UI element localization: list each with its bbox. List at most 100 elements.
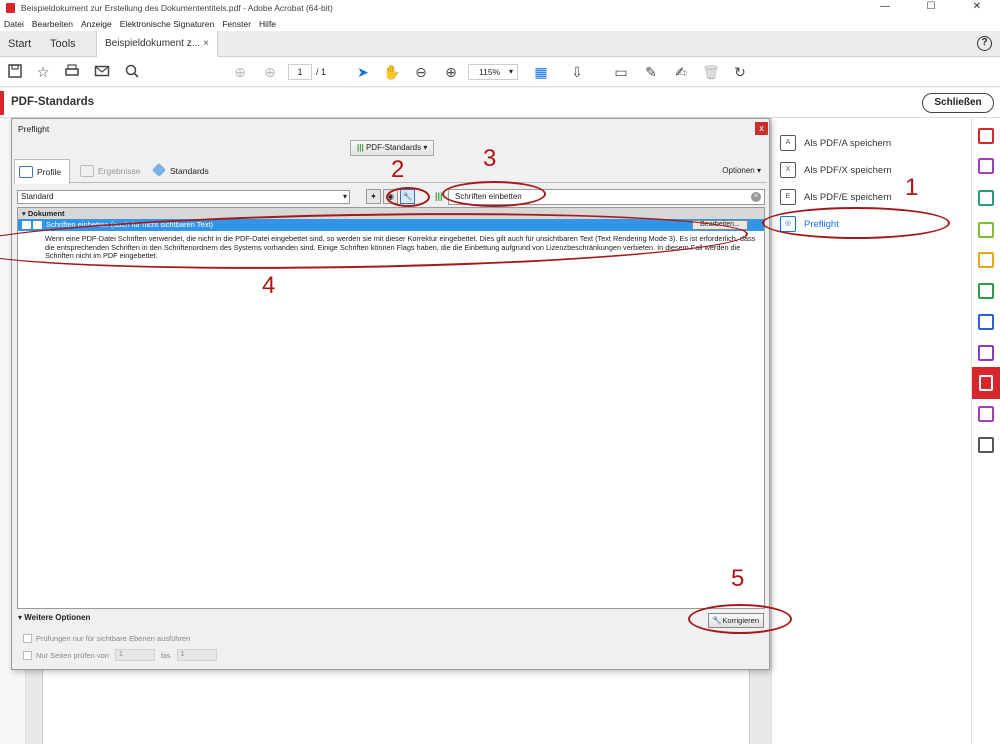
profile-icon — [19, 166, 33, 178]
header-accent-bar — [0, 91, 4, 115]
pdf-standards-dropdown[interactable]: ||| PDF-Standards ▾ — [350, 140, 434, 156]
tab-standards[interactable]: Standards — [148, 159, 218, 183]
annotation-ellipse-5 — [688, 604, 792, 634]
annotation-number-1: 1 — [905, 174, 919, 201]
tab-profile-label: Profile — [37, 167, 62, 177]
results-icon — [80, 165, 94, 177]
tab-tools[interactable]: Tools — [42, 31, 84, 57]
annotation-ellipse-2 — [386, 187, 430, 207]
app-tabs: Start Tools Beispieldokument z... × ? — [0, 31, 1000, 58]
page-to-input[interactable]: 1 — [176, 649, 217, 661]
zoom-out-icon[interactable]: ⊖ — [412, 63, 430, 81]
tab-standards-label: Standards — [170, 166, 209, 176]
options-label: Optionen — [722, 166, 755, 175]
clear-search-icon[interactable]: × — [751, 192, 761, 202]
save-as-pdfe-item[interactable]: E Als PDF/E speichern — [780, 186, 892, 208]
select-cursor-icon[interactable]: ➤ — [354, 63, 372, 81]
more-tools-icon[interactable] — [978, 437, 994, 453]
visible-layers-option: Prüfungen nur für sichtbare Ebenen ausfü… — [23, 634, 190, 643]
tab-close-icon[interactable]: × — [203, 31, 209, 57]
zoom-select[interactable]: 115% — [468, 64, 518, 80]
page-total: / 1 — [316, 67, 327, 77]
save-as-pdfx-label: Als PDF/X speichern — [804, 164, 892, 176]
accessibility-icon[interactable] — [978, 345, 994, 361]
search-icon[interactable] — [123, 63, 141, 81]
rotate-icon[interactable]: ↻ — [731, 63, 749, 81]
page-fit-icon[interactable]: ▦ — [532, 63, 550, 81]
export-pdf-icon[interactable] — [978, 190, 994, 206]
rich-media-icon[interactable] — [978, 406, 994, 422]
print-production-icon[interactable] — [978, 283, 994, 299]
page-range-bis: bis — [160, 650, 171, 660]
annotation-number-2: 2 — [391, 156, 405, 183]
more-options-toggle[interactable]: ▾ Weitere Optionen — [18, 613, 90, 622]
page-title: PDF-Standards — [11, 96, 95, 108]
hand-tool-icon[interactable]: ✋ — [383, 63, 401, 81]
results-list: ▾ Dokument Schriften einbetten (auch für… — [17, 207, 765, 609]
help-icon[interactable]: ? — [977, 36, 992, 51]
delete-icon[interactable]: 🗑 — [702, 63, 720, 81]
tab-results[interactable]: Ergebnisse — [76, 159, 142, 183]
annotation-number-3: 3 — [483, 145, 497, 172]
comment-icon[interactable]: ▭ — [612, 63, 630, 81]
comment-tool-icon[interactable] — [978, 252, 994, 268]
tool-header: PDF-Standards Schließen — [0, 88, 1000, 118]
scroll-mode-icon[interactable]: ⇩ — [568, 63, 586, 81]
menu-hilfe[interactable]: Hilfe — [255, 19, 280, 29]
annotation-number-4: 4 — [262, 272, 276, 299]
minimize-button[interactable]: — — [862, 0, 908, 16]
page-number-input[interactable]: 1 — [288, 64, 312, 80]
close-tool-button[interactable]: Schließen — [922, 93, 994, 113]
page-range-label: Nur Seiten prüfen von — [36, 650, 109, 660]
organize-pages-icon[interactable] — [978, 128, 994, 144]
dialog-close-button[interactable]: x — [755, 122, 768, 135]
pdfe-icon: E — [780, 189, 796, 205]
annotation-ellipse-3 — [442, 181, 546, 207]
close-window-button[interactable]: ✕ — [954, 0, 1000, 16]
maximize-button[interactable]: ☐ — [908, 0, 954, 16]
options-menu[interactable]: Optionen ▾ — [722, 166, 761, 175]
menu-anzeige[interactable]: Anzeige — [77, 19, 116, 29]
pdf-standards-bars-icon: ||| — [357, 143, 364, 152]
email-icon[interactable] — [93, 63, 111, 81]
zoom-in-icon[interactable]: ⊕ — [442, 63, 460, 81]
menu-signaturen[interactable]: Elektronische Signaturen — [116, 19, 219, 29]
menu-bar: Datei Bearbeiten Anzeige Elektronische S… — [0, 16, 1000, 31]
sign-icon[interactable]: ✍ — [672, 63, 690, 81]
page-range-checkbox[interactable] — [23, 650, 32, 660]
profile-library-select[interactable]: Standard — [17, 190, 350, 204]
chevron-down-icon: ▾ — [423, 143, 428, 152]
save-as-pdfa-item[interactable]: A Als PDF/A speichern — [780, 132, 891, 154]
protect-icon[interactable] — [978, 314, 994, 330]
window-titlebar: Beispieldokument zur Erstellung des Doku… — [0, 0, 1000, 16]
tab-profile[interactable]: Profile — [14, 159, 70, 184]
fill-sign-icon[interactable] — [978, 158, 994, 174]
edit-profile-icon[interactable]: ✦ — [366, 189, 381, 204]
highlight-pen-icon[interactable]: ✎ — [642, 63, 660, 81]
fixup-search-icon — [22, 221, 31, 229]
menu-bearbeiten[interactable]: Bearbeiten — [28, 19, 77, 29]
menu-datei[interactable]: Datei — [0, 19, 28, 29]
page-from-input[interactable]: 1 — [114, 649, 155, 661]
fixup-wrench-icon — [33, 221, 42, 229]
menu-fenster[interactable]: Fenster — [218, 19, 255, 29]
bookmark-star-icon[interactable]: ☆ — [34, 63, 52, 81]
save-as-pdfx-item[interactable]: X Als PDF/X speichern — [780, 159, 892, 181]
visible-layers-checkbox[interactable] — [23, 634, 32, 643]
main-toolbar: ☆ ⊕ ⊕ 1 / 1 ➤ ✋ ⊖ ⊕ 115% ▦ ⇩ ▭ ✎ ✍ 🗑 ↻ — [0, 57, 1000, 87]
save-as-pdfe-label: Als PDF/E speichern — [804, 191, 892, 203]
visible-layers-label: Prüfungen nur für sichtbare Ebenen ausfü… — [36, 634, 191, 643]
group-label: Dokument — [27, 209, 65, 218]
annotation-ellipse-1 — [762, 207, 950, 239]
save-icon[interactable] — [6, 63, 24, 81]
tab-document[interactable]: Beispieldokument z... × — [96, 31, 218, 58]
print-icon[interactable] — [63, 63, 81, 81]
window-controls: — ☐ ✕ — [862, 0, 1000, 16]
tab-start[interactable]: Start — [0, 31, 39, 57]
page-range-option: Nur Seiten prüfen von 1 bis 1 — [23, 649, 223, 661]
pdf-standards-rail-active[interactable] — [972, 367, 1000, 399]
page-up-icon[interactable]: ⊕ — [231, 63, 249, 81]
page-down-icon[interactable]: ⊕ — [261, 63, 279, 81]
pdfa-icon: A — [780, 135, 796, 151]
compare-icon[interactable] — [978, 222, 994, 238]
